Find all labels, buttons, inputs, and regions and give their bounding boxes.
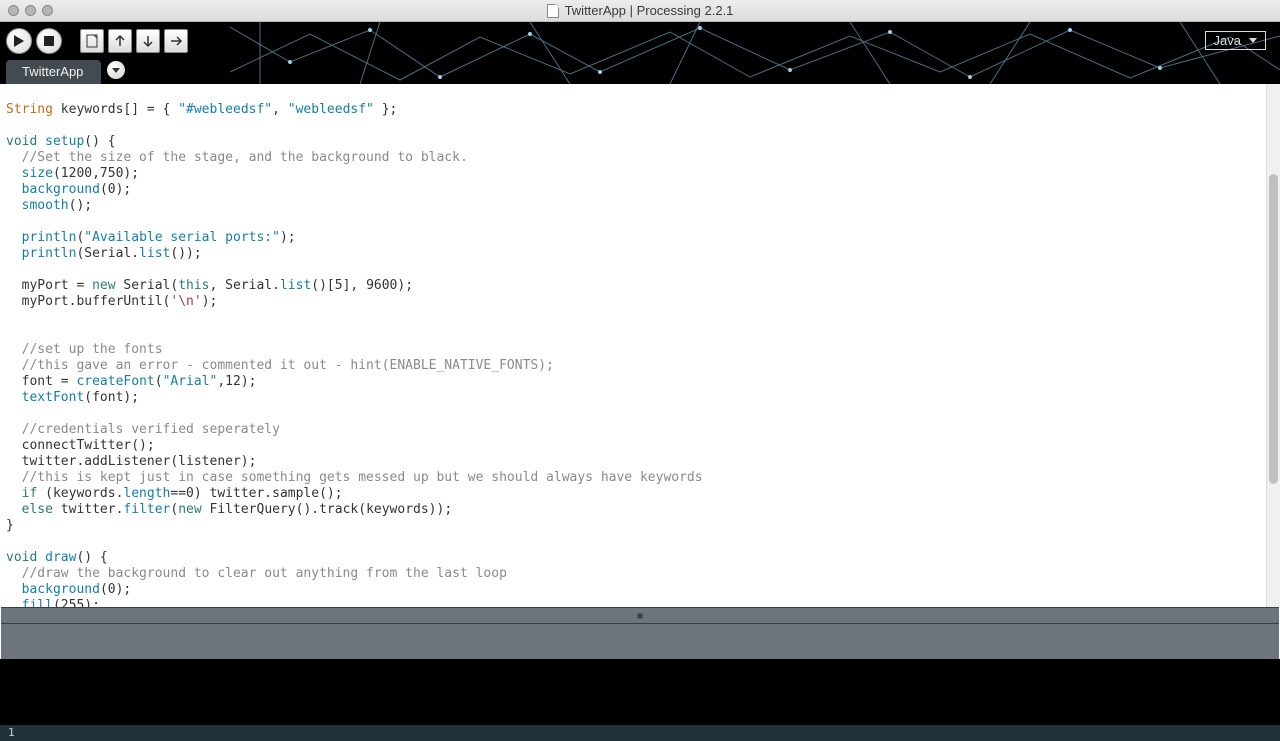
arrow-up-icon [114, 34, 126, 48]
mode-label: Java [1214, 33, 1241, 48]
message-bar [1, 623, 1279, 659]
toolbar: Java TwitterApp [0, 22, 1280, 84]
document-icon [547, 4, 559, 18]
code-area[interactable]: String keywords[] = { "#webleedsf", "web… [0, 84, 1266, 607]
arrow-down-icon [142, 34, 154, 48]
export-button[interactable] [164, 29, 188, 53]
banner-artwork [230, 22, 1280, 84]
editor: String keywords[] = { "#webleedsf", "web… [0, 84, 1280, 607]
mode-selector[interactable]: Java [1205, 31, 1266, 50]
save-sketch-button[interactable] [136, 29, 160, 53]
window-titlebar: TwitterApp | Processing 2.2.1 [0, 0, 1280, 22]
run-button[interactable] [6, 28, 32, 54]
stop-icon [44, 36, 54, 46]
splitter-grip-icon [637, 613, 643, 619]
chevron-down-icon [112, 68, 120, 73]
open-sketch-button[interactable] [108, 29, 132, 53]
scrollbar-thumb[interactable] [1269, 174, 1278, 484]
tab-strip: TwitterApp [6, 60, 125, 84]
arrow-right-icon [169, 34, 183, 48]
file-icon [86, 34, 98, 48]
window-title-text: TwitterApp | Processing 2.2.1 [565, 3, 734, 18]
console-output [0, 659, 1280, 725]
status-line-number: 1 [8, 726, 15, 739]
play-icon [14, 35, 24, 47]
window-title: TwitterApp | Processing 2.2.1 [0, 3, 1280, 18]
tab-label: TwitterApp [22, 64, 83, 79]
tab-twitterapp[interactable]: TwitterApp [6, 60, 101, 84]
status-bar: 1 [0, 725, 1280, 741]
tab-menu-button[interactable] [107, 61, 125, 79]
new-sketch-button[interactable] [80, 29, 104, 53]
chevron-down-icon [1249, 38, 1257, 43]
vertical-scrollbar[interactable] [1266, 84, 1280, 607]
stop-button[interactable] [36, 28, 62, 54]
editor-console-splitter[interactable] [1, 607, 1279, 623]
